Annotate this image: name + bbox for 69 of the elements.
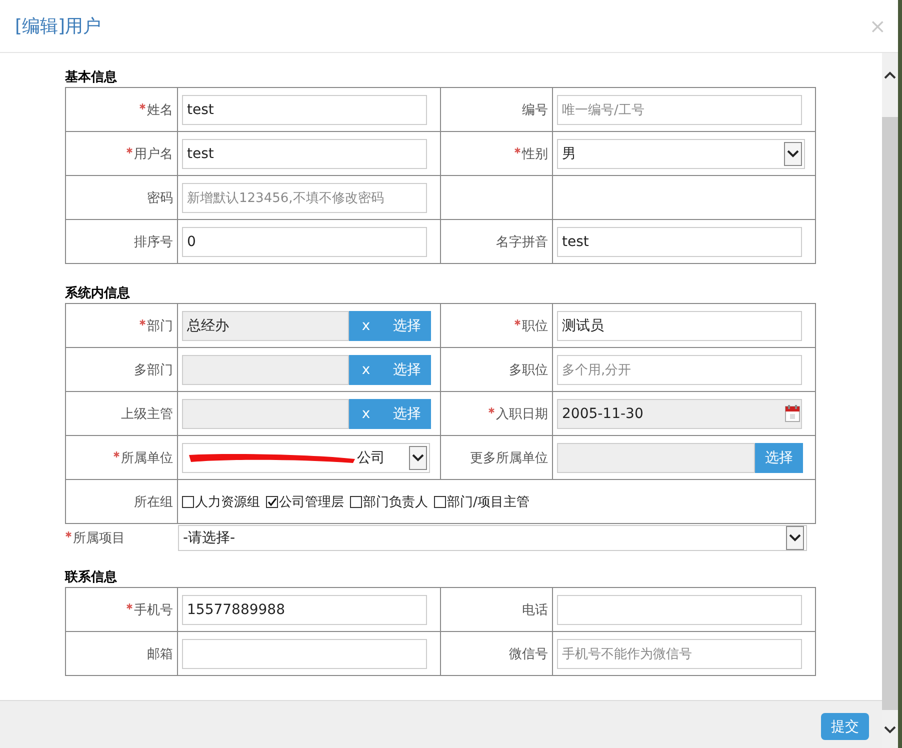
asterisk-icon [139,102,146,110]
text-field[interactable] [182,354,349,384]
field-label: 职位 [514,318,548,334]
text-field[interactable] [182,638,427,668]
text-field[interactable] [557,442,755,472]
checkbox[interactable] [434,496,446,508]
dropdown[interactable]: 公司 [182,442,430,472]
section-title: 联系信息 [65,568,118,587]
checkbox-label: 部门负责人 [363,494,428,510]
date-field[interactable]: 2005-11-30 [557,398,802,428]
calendar-icon [785,405,800,422]
checkbox[interactable] [266,496,278,508]
field-label: 多部门 [134,362,173,378]
text-field[interactable]: 0 [182,226,427,256]
field-label: 密码 [147,190,173,206]
text-field[interactable]: 唯一编号/工号 [557,94,802,124]
asterisk-icon [126,146,133,154]
field-label: 名字拼音 [496,234,548,250]
field-label: 微信号 [509,646,548,662]
text-field[interactable]: 测试员 [557,310,802,340]
dialog-title: [编辑]用户 [15,15,102,38]
asterisk-icon [514,318,521,326]
caret-icon [409,446,427,470]
checkbox[interactable] [350,496,362,508]
dropdown[interactable]: 男 [557,138,805,168]
text-field[interactable]: test [182,138,427,168]
field-label: 邮箱 [147,646,173,662]
text-field[interactable]: test [182,94,427,124]
checkbox-label: 公司管理层 [279,494,344,510]
field-label: 编号 [522,102,548,118]
field-label: 排序号 [134,234,173,250]
text-field[interactable]: 手机号不能作为微信号 [557,638,802,668]
asterisk-icon [514,146,521,154]
field-label: 更多所属单位 [470,450,548,466]
field-label: 手机号 [126,602,173,618]
scrollbar[interactable] [882,53,898,748]
field-label: 入职日期 [488,406,548,422]
caret-icon [784,142,802,166]
checkbox[interactable] [182,496,194,508]
field-label: 性别 [514,146,548,162]
scroll-up-icon [883,69,897,81]
text-field[interactable] [557,594,802,624]
asterisk-icon [126,602,133,610]
text-field[interactable]: 15577889988 [182,594,427,624]
field-label: 部门 [139,318,173,334]
caret-icon [786,526,804,550]
field-label: 电话 [522,602,548,618]
checkbox-label: 部门/项目主管 [447,494,530,510]
asterisk-icon [113,450,120,458]
text-field[interactable]: 总经办 [182,310,349,340]
field-label: 所属单位 [113,450,173,466]
text-field[interactable]: test [557,226,802,256]
text-field[interactable] [182,398,349,428]
section-title: 系统内信息 [65,284,131,303]
field-label: 多职位 [509,362,548,378]
field-label: 上级主管 [121,406,173,422]
asterisk-icon [488,406,495,414]
section-title: 基本信息 [65,69,118,87]
field-label: 姓名 [139,102,173,118]
asterisk-icon [139,318,146,326]
field-label: 所属项目 [65,531,125,546]
text-field[interactable]: 新增默认123456,不填不修改密码 [182,182,427,212]
asterisk-icon [65,531,72,538]
checkbox-label: 人力资源组 [195,494,260,510]
dropdown[interactable]: -请选择- [178,525,807,551]
text-field[interactable]: 多个用,分开 [557,354,802,384]
field-label: 用户名 [126,146,173,162]
field-label: 所在组 [134,494,173,510]
scroll-down-icon [883,724,897,736]
